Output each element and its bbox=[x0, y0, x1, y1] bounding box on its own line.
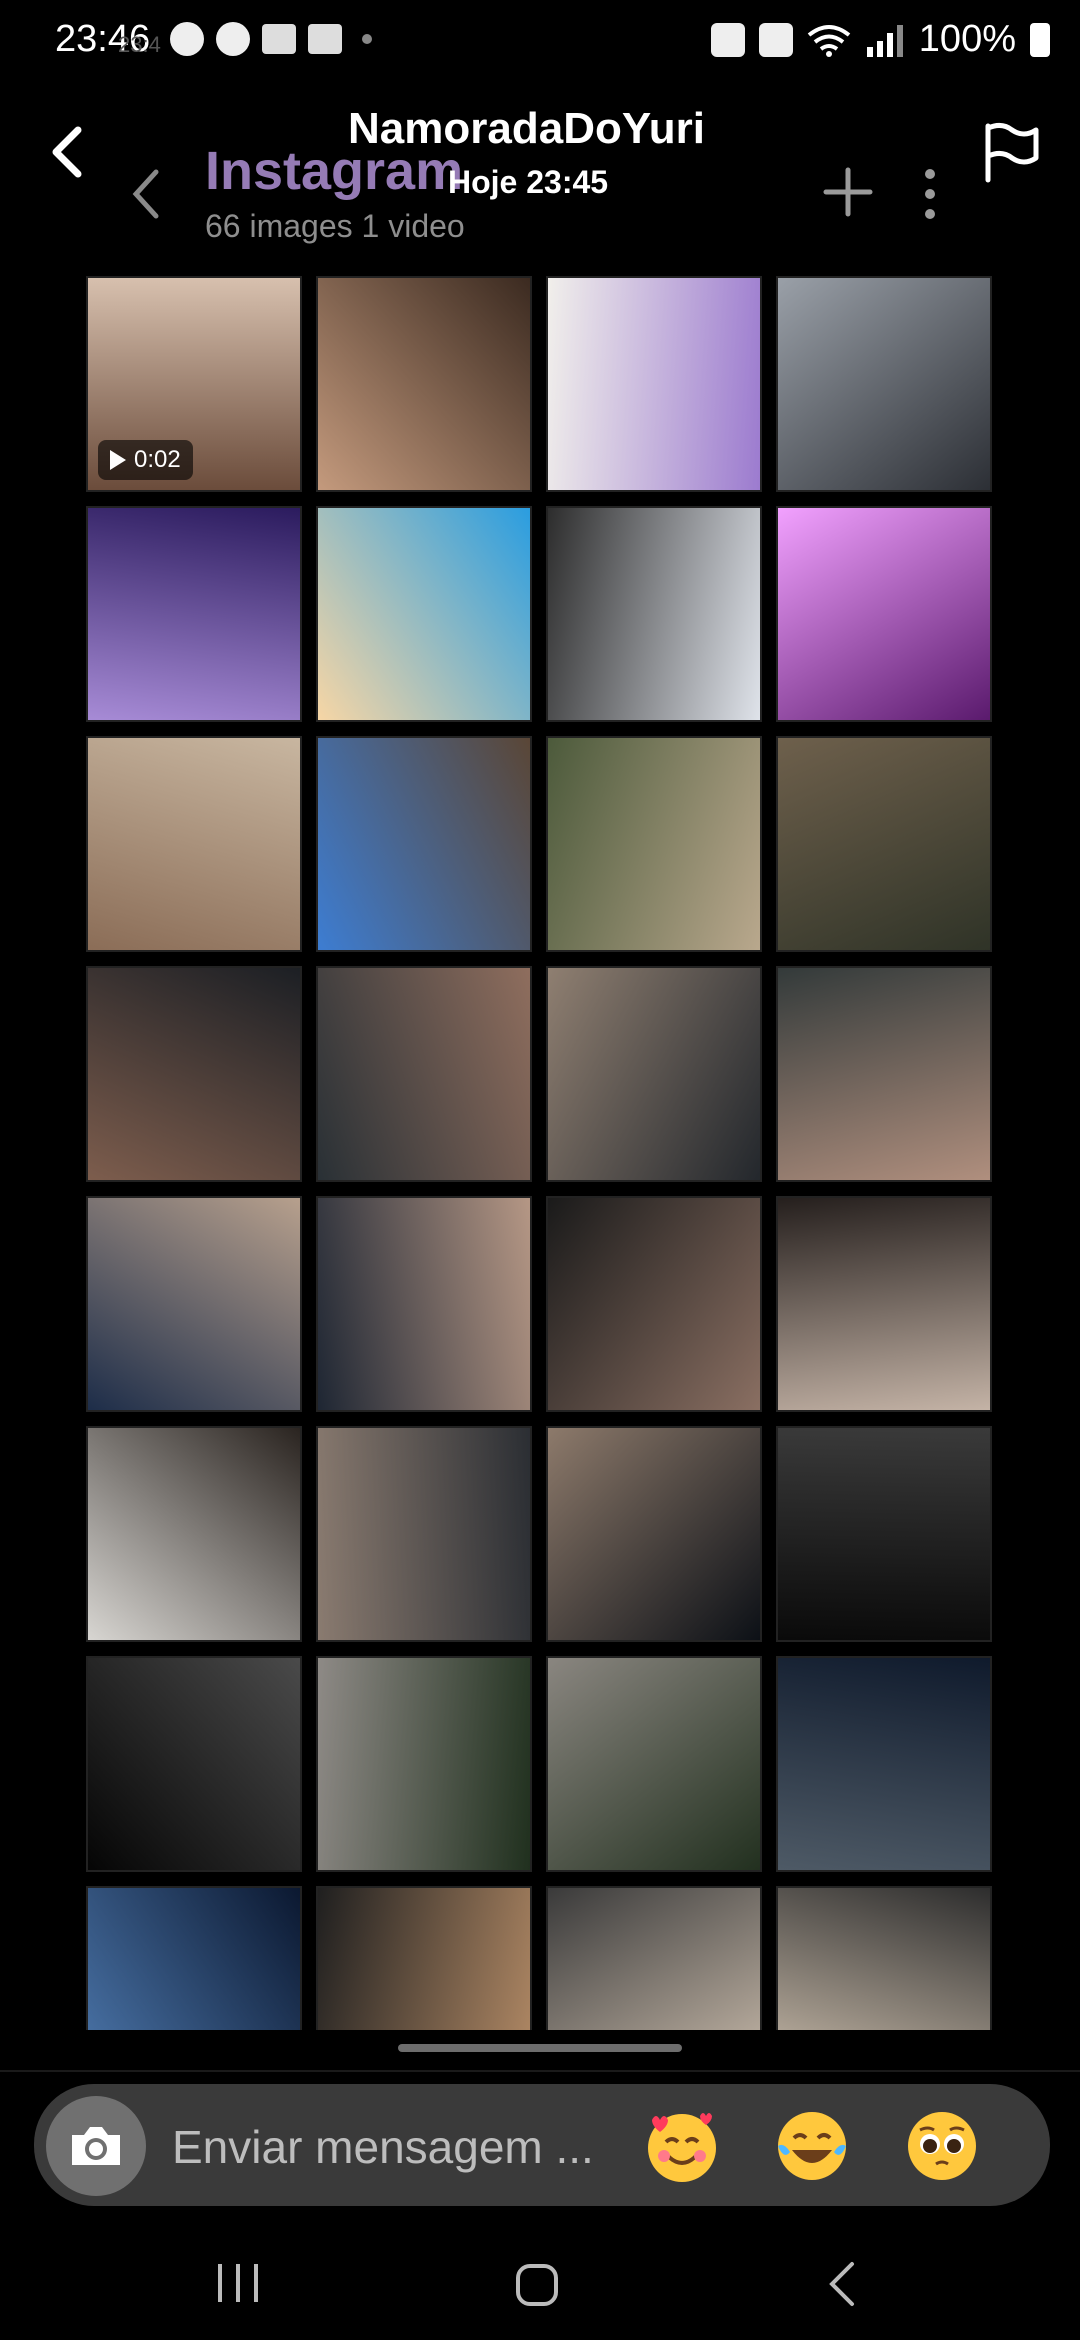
message-composer bbox=[0, 2070, 1080, 2232]
photo-thumbnail[interactable] bbox=[776, 276, 992, 492]
ghost-plus-icon bbox=[823, 167, 873, 217]
wifi-icon bbox=[807, 24, 851, 57]
back-arrow-icon[interactable] bbox=[40, 122, 100, 182]
system-indicators: 100% bbox=[710, 18, 1050, 61]
battery-percent: 100% bbox=[918, 18, 1016, 60]
ghost-back-icon bbox=[132, 169, 159, 219]
photo-thumbnail[interactable] bbox=[86, 1886, 302, 2030]
photo-thumbnail[interactable] bbox=[776, 1886, 992, 2030]
photo-thumbnail[interactable] bbox=[776, 506, 992, 722]
notification-icons bbox=[170, 22, 372, 56]
photo-thumbnail[interactable] bbox=[316, 1426, 532, 1642]
s-app-notification-icon bbox=[308, 24, 342, 54]
recent-apps-icon[interactable] bbox=[216, 2262, 260, 2304]
photo-thumbnail[interactable] bbox=[86, 736, 302, 952]
photo-thumbnail[interactable] bbox=[546, 1426, 762, 1642]
messenger-notification-icon bbox=[216, 22, 250, 56]
pleading-face-emoji[interactable] bbox=[902, 2106, 982, 2186]
photo-thumbnail[interactable] bbox=[316, 506, 532, 722]
photo-thumbnail[interactable] bbox=[776, 1426, 992, 1642]
message-input[interactable] bbox=[170, 2116, 654, 2178]
navigation-bar bbox=[0, 2240, 1080, 2340]
photo-thumbnail[interactable] bbox=[546, 1886, 762, 2030]
smiling-face-with-hearts-emoji[interactable] bbox=[642, 2106, 722, 2186]
photo-thumbnail[interactable] bbox=[546, 736, 762, 952]
status-bar: 23:46 23:4 100% bbox=[0, 0, 1080, 80]
status-ghost-time: 23:4 bbox=[118, 32, 161, 57]
photo-thumbnail[interactable] bbox=[546, 1196, 762, 1412]
photo-thumbnail[interactable] bbox=[316, 276, 532, 492]
photo-thumbnail[interactable] bbox=[86, 1196, 302, 1412]
video-duration-badge: 0:02 bbox=[98, 440, 193, 480]
photo-thumbnail[interactable] bbox=[316, 1196, 532, 1412]
video-thumbnail[interactable]: 0:02 bbox=[86, 276, 302, 492]
photo-thumbnail[interactable] bbox=[546, 506, 762, 722]
photo-thumbnail[interactable] bbox=[86, 506, 302, 722]
profile-notification-icon bbox=[170, 22, 204, 56]
photo-thumbnail[interactable] bbox=[776, 736, 992, 952]
chat-header: Instagram 66 images 1 video NamoradaDoYu… bbox=[0, 90, 1080, 260]
back-icon[interactable] bbox=[824, 2258, 860, 2310]
photo-thumbnail[interactable] bbox=[86, 966, 302, 1182]
tears-of-joy-emoji[interactable] bbox=[772, 2106, 852, 2186]
photo-thumbnail[interactable] bbox=[86, 1656, 302, 1872]
composer-pill bbox=[34, 2084, 1050, 2206]
gallery-notification-icon bbox=[262, 24, 296, 54]
battery-icon bbox=[1030, 22, 1050, 57]
photo-thumbnail[interactable] bbox=[316, 736, 532, 952]
alarm-icon bbox=[758, 22, 793, 57]
photo-thumbnail[interactable] bbox=[546, 1656, 762, 1872]
photo-thumbnail[interactable] bbox=[776, 1656, 992, 1872]
media-grid: 0:02 bbox=[86, 276, 994, 2030]
ghost-more-icon bbox=[925, 169, 935, 219]
camera-button[interactable] bbox=[46, 2096, 146, 2196]
photo-thumbnail[interactable] bbox=[86, 1426, 302, 1642]
photo-thumbnail[interactable] bbox=[316, 1886, 532, 2030]
chat-title: NamoradaDoYuri bbox=[348, 104, 705, 153]
camera-icon bbox=[72, 2127, 120, 2165]
data-saver-icon bbox=[710, 22, 745, 57]
photo-thumbnail[interactable] bbox=[546, 966, 762, 1182]
video-duration: 0:02 bbox=[134, 446, 181, 473]
chat-timestamp: Hoje 23:45 bbox=[448, 164, 609, 200]
scroll-indicator[interactable] bbox=[398, 2044, 682, 2052]
flag-icon[interactable] bbox=[980, 120, 1040, 184]
more-notifications-dot-icon bbox=[362, 34, 372, 44]
shared-media-count: 66 images 1 video bbox=[205, 208, 465, 244]
photo-thumbnail[interactable] bbox=[316, 1656, 532, 1872]
photo-thumbnail[interactable] bbox=[776, 966, 992, 1182]
photo-thumbnail[interactable] bbox=[546, 276, 762, 492]
signal-icon bbox=[866, 24, 903, 57]
photo-thumbnail[interactable] bbox=[316, 966, 532, 1182]
home-icon[interactable] bbox=[514, 2262, 560, 2308]
play-icon bbox=[110, 450, 126, 470]
photo-thumbnail[interactable] bbox=[776, 1196, 992, 1412]
